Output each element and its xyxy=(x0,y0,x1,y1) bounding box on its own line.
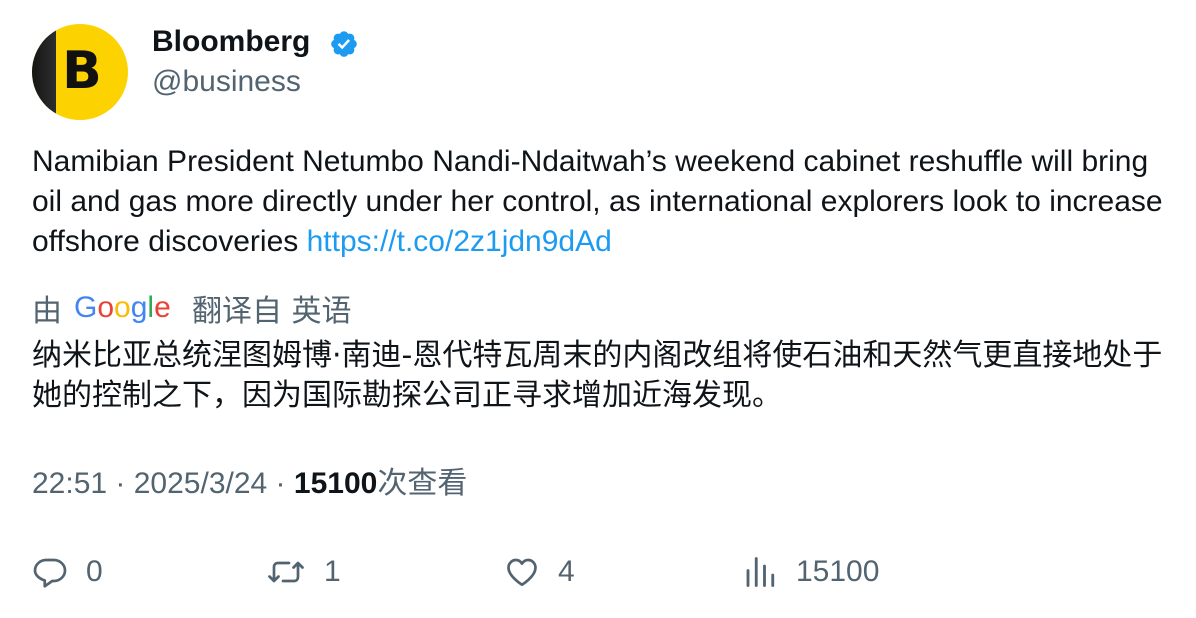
google-logo-icon: Google xyxy=(74,291,171,324)
meta-separator: · xyxy=(107,467,134,500)
views-icon xyxy=(746,557,775,587)
avatar-shade xyxy=(32,24,56,120)
avatar[interactable]: B xyxy=(32,24,128,120)
views-count-action: 15100 xyxy=(796,555,880,588)
author-handle[interactable]: @business xyxy=(152,64,301,100)
reply-count: 0 xyxy=(86,555,103,588)
retweet-count: 1 xyxy=(324,555,341,588)
tweet-date[interactable]: 2025/3/24 xyxy=(134,467,267,500)
tweet-text: Namibian President Netumbo Nandi-Ndaitwa… xyxy=(32,142,1172,262)
translated-text: 纳米比亚总统涅图姆博·南迪-恩代特瓦周末的内阁改组将使石油和天然气更直接地处于她… xyxy=(32,338,1163,413)
retweet-button[interactable]: 1 xyxy=(266,552,341,592)
reply-button[interactable]: 0 xyxy=(32,552,103,592)
translation-prefix: 由 xyxy=(32,294,62,329)
translation-suffix[interactable]: 翻译自 英语 xyxy=(192,286,352,330)
heart-icon xyxy=(507,558,537,587)
avatar-letter: B xyxy=(62,41,102,101)
like-button[interactable]: 4 xyxy=(504,552,575,592)
views-count: 15100 xyxy=(293,467,378,500)
views-button[interactable]: 15100 xyxy=(742,552,879,592)
translation-attribution: 由 Google 翻译自 英语 xyxy=(32,286,352,330)
meta-separator: · xyxy=(267,467,294,500)
verified-badge-icon xyxy=(331,31,357,57)
tweet-link[interactable]: https://t.co/2z1jdn9dAd xyxy=(307,225,612,258)
author-name[interactable]: Bloomberg xyxy=(152,24,310,60)
tweet-time[interactable]: 22:51 xyxy=(32,467,107,500)
views-label: 次查看 xyxy=(377,466,468,501)
like-count: 4 xyxy=(558,555,575,588)
retweet-icon xyxy=(268,561,304,583)
svg-text:Google: Google xyxy=(74,291,171,324)
reply-icon xyxy=(33,558,67,588)
tweet-meta: 22:51 · 2025/3/24 · 15100次查看 xyxy=(32,464,467,504)
